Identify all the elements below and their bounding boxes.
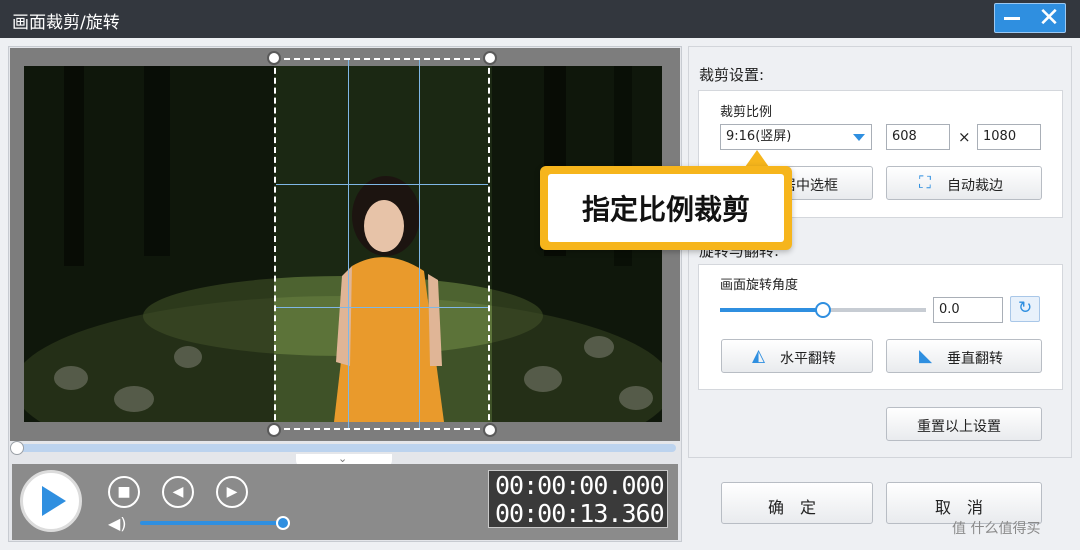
next-frame-icon: ▶ — [226, 484, 238, 500]
callout-inner: 指定比例裁剪 — [548, 174, 784, 242]
timecode-display: 00:00:00.000 00:00:13.360 — [488, 470, 668, 528]
crop-width-input[interactable]: 608 — [886, 124, 950, 150]
ok-button[interactable]: 确 定 — [721, 482, 873, 524]
window-title: 画面裁剪/旋转 — [12, 13, 120, 33]
timeline-track[interactable] — [14, 444, 676, 452]
flip-horizontal-label: 水平翻转 — [780, 351, 836, 367]
reset-settings-label: 重置以上设置 — [917, 419, 1001, 435]
flip-vertical-label: 垂直翻转 — [947, 351, 1003, 367]
callout-annotation: 指定比例裁剪 — [540, 166, 792, 250]
minimize-button[interactable] — [1004, 17, 1020, 20]
crop-handle-top-right[interactable] — [483, 51, 497, 65]
callout-pointer — [745, 150, 769, 167]
volume-handle[interactable] — [276, 516, 290, 530]
crop-handle-bottom-right[interactable] — [483, 423, 497, 437]
crop-grid-line — [419, 60, 420, 428]
next-frame-button[interactable]: ▶ — [216, 476, 248, 508]
timeline-handle[interactable] — [10, 441, 24, 455]
flip-vertical-button[interactable]: ◣ 垂直翻转 — [886, 339, 1042, 373]
crop-handle-bottom-left[interactable] — [267, 423, 281, 437]
rotate-angle-label: 画面旋转角度 — [720, 278, 799, 293]
crop-selection-box[interactable] — [274, 58, 490, 430]
flip-horizontal-button[interactable]: ◭ 水平翻转 — [721, 339, 873, 373]
stop-icon: ■ — [117, 484, 131, 500]
watermark: 值 什么值得买 — [952, 521, 1041, 537]
crop-ratio-label: 裁剪比例 — [720, 105, 773, 120]
times-symbol: × — [958, 128, 971, 146]
ok-label: 确 定 — [768, 498, 817, 517]
auto-crop-button[interactable]: ⛶ 自动裁边 — [886, 166, 1042, 200]
play-icon — [42, 486, 66, 516]
speaker-icon[interactable]: ◀) — [108, 514, 127, 533]
flip-horizontal-icon: ◭ — [752, 346, 766, 366]
rotate-angle-input[interactable]: 0.0 — [933, 297, 1003, 323]
current-time: 00:00:00.000 — [495, 471, 665, 500]
total-time: 00:00:13.360 — [495, 499, 665, 528]
rotate-90-button[interactable]: ↻ — [1010, 296, 1040, 322]
crop-grid-line — [276, 184, 488, 185]
flip-vertical-icon: ◣ — [919, 346, 933, 366]
crop-ratio-value: 9:16(竖屏) — [726, 129, 792, 144]
auto-crop-label: 自动裁边 — [947, 178, 1003, 194]
crop-settings-title: 裁剪设置: — [699, 66, 765, 84]
volume-slider[interactable] — [140, 521, 284, 525]
close-button[interactable]: ✕ — [1035, 5, 1063, 31]
crop-grid-line — [348, 60, 349, 428]
crop-ratio-select[interactable]: 9:16(竖屏) — [720, 124, 872, 150]
callout-text: 指定比例裁剪 — [581, 193, 750, 226]
crop-grid-line — [276, 307, 488, 308]
prev-frame-icon: ◀ — [172, 484, 184, 500]
rotate-angle-handle[interactable] — [815, 302, 831, 318]
reset-settings-button[interactable]: 重置以上设置 — [886, 407, 1042, 441]
crop-icon: ⛶ — [919, 173, 931, 193]
cancel-label: 取 消 — [935, 498, 984, 517]
crop-height-input[interactable]: 1080 — [977, 124, 1041, 150]
chevron-down-icon — [853, 134, 865, 141]
crop-mask-left — [24, 66, 274, 422]
crop-handle-top-left[interactable] — [267, 51, 281, 65]
window-controls: ✕ — [994, 3, 1066, 33]
title-bar: 画面裁剪/旋转 ✕ — [0, 0, 1080, 38]
stop-button[interactable]: ■ — [108, 476, 140, 508]
prev-frame-button[interactable]: ◀ — [162, 476, 194, 508]
rotate-icon: ↻ — [1018, 298, 1033, 318]
rotate-angle-fill — [720, 308, 822, 312]
